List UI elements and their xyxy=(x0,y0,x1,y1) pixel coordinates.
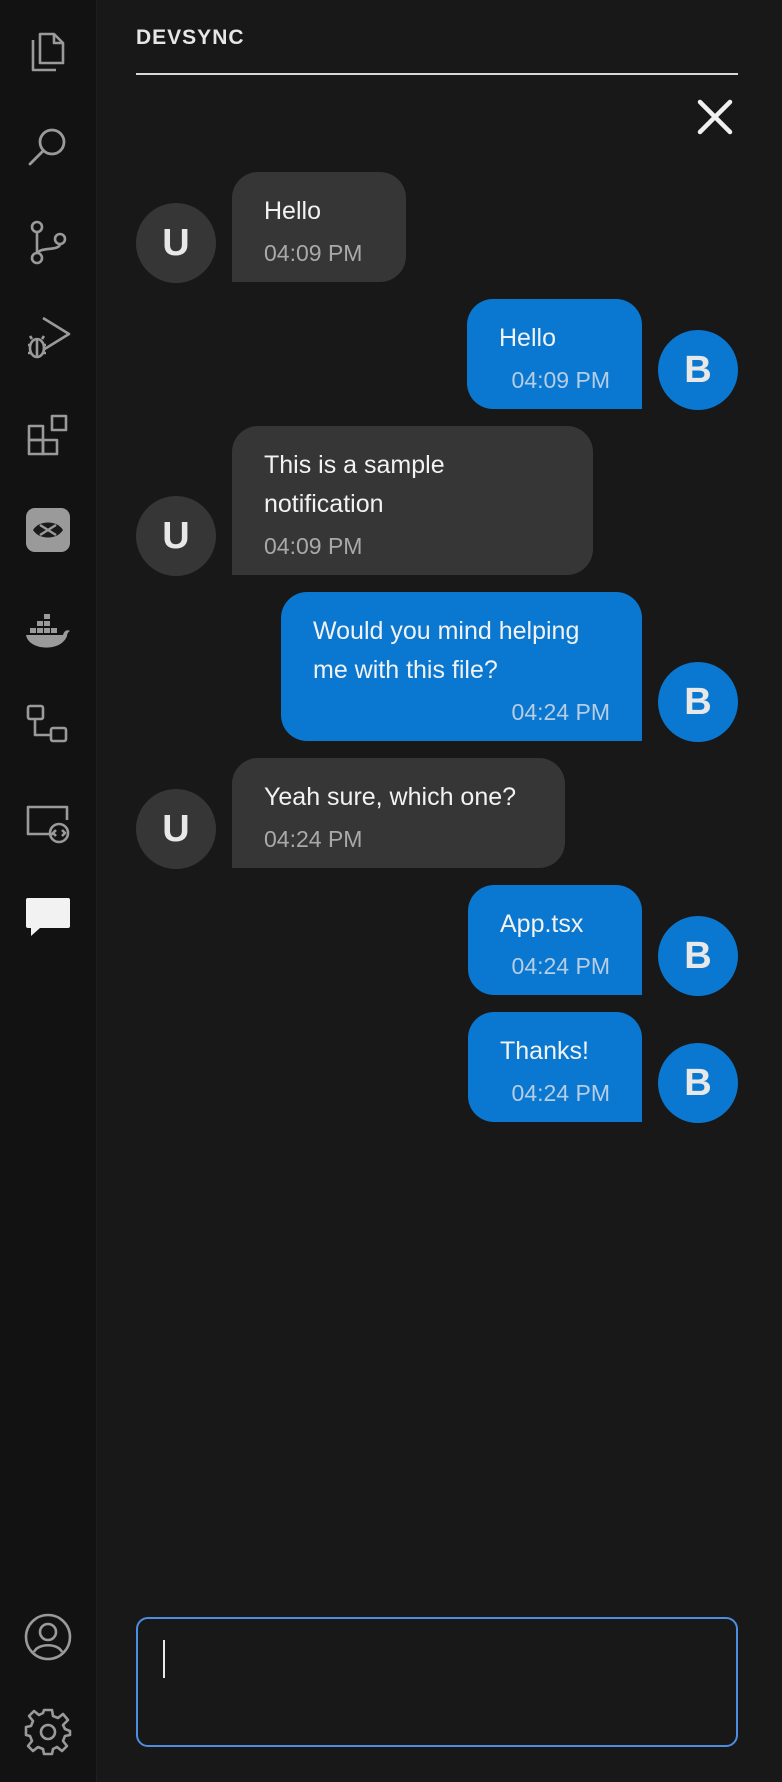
workflow-icon[interactable] xyxy=(21,698,75,752)
avatar: B xyxy=(658,1043,738,1123)
chat-message: Thanks! 04:24 PM xyxy=(468,1012,642,1122)
chat-panel: DEVSYNC Hello 04:09 PM U Hello 04:09 PM … xyxy=(97,0,782,1782)
message-text: App.tsx xyxy=(500,910,584,938)
extensions-icon[interactable] xyxy=(21,407,75,461)
avatar: U xyxy=(136,496,216,576)
chat-message: App.tsx 04:24 PM xyxy=(468,885,642,995)
run-debug-icon[interactable] xyxy=(21,310,75,364)
chat-message: Hello 04:09 PM xyxy=(232,172,406,282)
account-icon[interactable] xyxy=(21,1610,75,1664)
avatar: B xyxy=(658,330,738,410)
message-input-box[interactable] xyxy=(136,1617,738,1747)
chat-icon[interactable] xyxy=(21,890,75,944)
remote-explorer-icon[interactable] xyxy=(21,796,75,850)
panel-title: DEVSYNC xyxy=(136,26,245,49)
message-input[interactable] xyxy=(158,1633,722,1737)
message-text: Yeah sure, which one? xyxy=(264,783,517,811)
message-text: This is a sample notification xyxy=(264,451,445,518)
settings-gear-icon[interactable] xyxy=(21,1704,75,1758)
chat-message: Yeah sure, which one? 04:24 PM xyxy=(232,758,565,868)
files-icon[interactable] xyxy=(21,24,75,78)
search-icon[interactable] xyxy=(21,120,75,174)
message-time: 04:24 PM xyxy=(511,1080,610,1106)
message-time: 04:09 PM xyxy=(264,533,363,559)
avatar: B xyxy=(658,662,738,742)
chat-message: Would you mind helping me with this file… xyxy=(281,592,642,741)
message-time: 04:09 PM xyxy=(264,240,363,266)
avatar: U xyxy=(136,203,216,283)
chat-message: Hello 04:09 PM xyxy=(467,299,642,409)
message-text: Thanks! xyxy=(500,1037,589,1065)
message-text: Would you mind helping me with this file… xyxy=(313,617,580,684)
message-time: 04:24 PM xyxy=(264,826,363,852)
activity-bar xyxy=(0,0,97,1782)
source-control-icon[interactable] xyxy=(21,215,75,269)
close-icon[interactable] xyxy=(692,94,738,140)
avatar: U xyxy=(136,789,216,869)
docker-icon[interactable] xyxy=(21,603,75,657)
avatar: B xyxy=(658,916,738,996)
chat-message: This is a sample notification 04:09 PM xyxy=(232,426,593,575)
message-time: 04:09 PM xyxy=(511,367,610,393)
message-time: 04:24 PM xyxy=(511,699,610,725)
title-divider xyxy=(136,73,738,75)
message-time: 04:24 PM xyxy=(511,953,610,979)
message-text: Hello xyxy=(499,324,556,352)
devsync-extension-icon[interactable] xyxy=(21,503,75,557)
message-text: Hello xyxy=(264,197,321,225)
